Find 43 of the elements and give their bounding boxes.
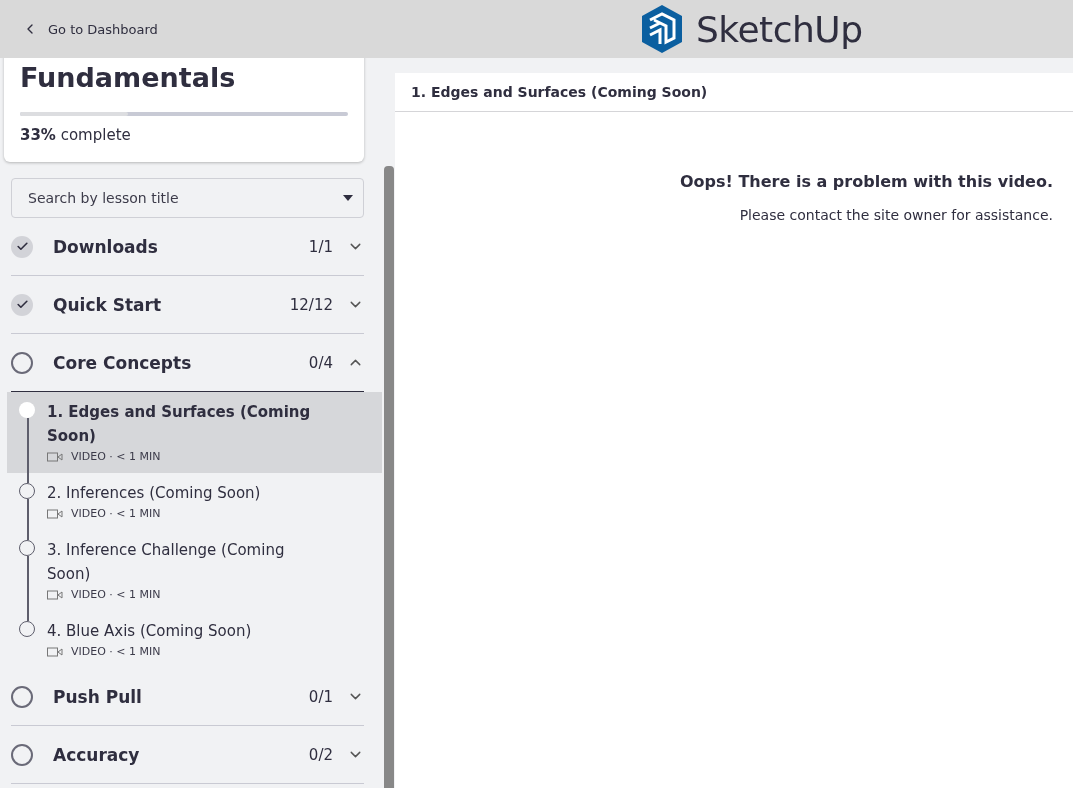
video-icon <box>47 451 63 462</box>
lesson-title: 2. Inferences (Coming Soon) <box>47 483 262 504</box>
progress-text: 33% complete <box>20 126 132 144</box>
lesson-item[interactable]: 4. Blue Axis (Coming Soon) VIDEO · < 1 MIN <box>7 611 382 668</box>
dropdown-caret-icon <box>343 195 353 201</box>
lesson-heading: 1. Edges and Surfaces (Coming Soon) <box>395 73 1073 112</box>
section-count: 1/1 <box>308 237 333 256</box>
back-link[interactable]: Go to Dashboard <box>22 21 382 37</box>
section-count: 0/4 <box>308 353 333 372</box>
error-title: Oops! There is a problem with this video. <box>680 172 1053 191</box>
section-count: 0/1 <box>308 687 333 706</box>
section-header[interactable]: Push Pull 0/1 <box>11 668 364 726</box>
video-icon <box>47 646 63 657</box>
section-header[interactable]: Quick Start 12/12 <box>11 276 364 334</box>
section-header[interactable]: Accuracy 0/2 <box>11 726 364 784</box>
search-field[interactable]: Search by lesson title <box>11 178 364 218</box>
section-title: Core Concepts <box>53 352 193 373</box>
course-title: Fundamentals <box>20 61 237 95</box>
lesson-status-icon <box>19 402 35 418</box>
section-title: Push Pull <box>53 686 143 707</box>
section-header[interactable]: Downloads 1/1 <box>11 218 364 276</box>
search-placeholder: Search by lesson title <box>28 190 179 206</box>
lesson-title: 3. Inference Challenge (Coming Soon) <box>47 540 286 585</box>
section-count: 12/12 <box>289 295 333 314</box>
scrollbar-thumb[interactable] <box>383 166 394 788</box>
section-count: 0/2 <box>308 745 333 764</box>
lesson-meta: VIDEO · < 1 MIN <box>71 507 161 520</box>
lesson-meta: VIDEO · < 1 MIN <box>71 450 161 463</box>
section-title: Quick Start <box>53 294 163 315</box>
error-message: Please contact the site owner for assistance. <box>739 207 1053 223</box>
brand-name: SketchUp <box>696 8 863 50</box>
lesson-item[interactable]: 1. Edges and Surfaces (Coming Soon) VIDEO · < 1 MIN <box>7 392 382 473</box>
lesson-item[interactable]: 2. Inferences (Coming Soon) VIDEO · < 1 MIN <box>7 473 382 530</box>
logo-icon <box>640 4 684 54</box>
video-icon <box>47 508 63 519</box>
lesson-meta: VIDEO · < 1 MIN <box>71 588 161 601</box>
lesson-title: 4. Blue Axis (Coming Soon) <box>47 621 253 642</box>
section-title: Accuracy <box>53 744 141 765</box>
video-icon <box>47 589 63 600</box>
lesson-title: 1. Edges and Surfaces (Coming Soon) <box>47 402 312 447</box>
lesson-meta: VIDEO · < 1 MIN <box>71 645 161 658</box>
lesson-item[interactable]: 3. Inference Challenge (Coming Soon) VIDEO · < 1 MIN <box>7 530 382 611</box>
section-title: Downloads <box>53 236 159 257</box>
